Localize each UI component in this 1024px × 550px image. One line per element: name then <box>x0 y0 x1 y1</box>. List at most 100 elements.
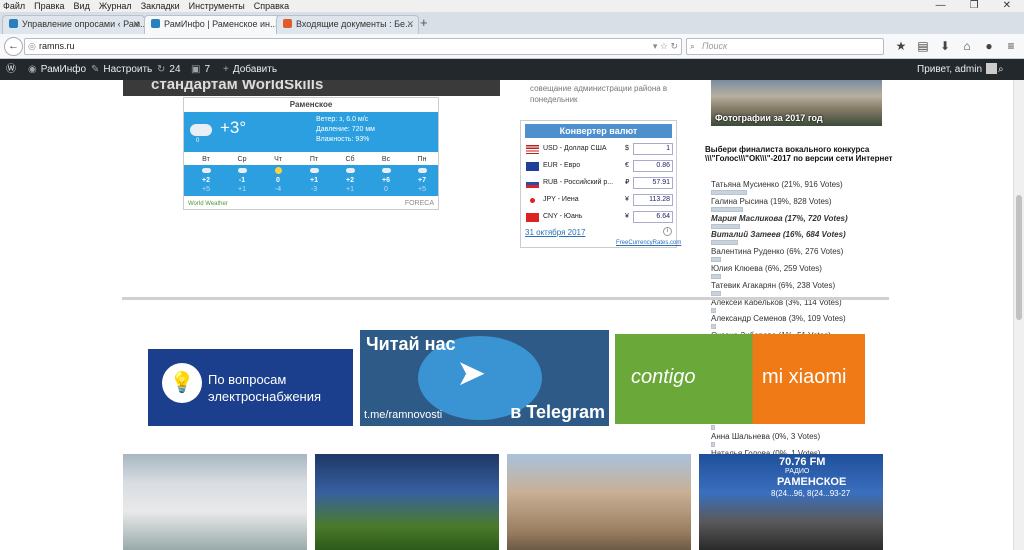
converter-source-link[interactable]: FreeCurrencyRates.com <box>616 240 681 246</box>
poll-option-label: Виталий Затеев (16%, 684 Votes) <box>711 230 846 240</box>
poll-option: Татьяна Мусиенко (21%, 916 Votes) <box>711 180 891 197</box>
currency-amount-input[interactable]: 6.64 <box>633 211 673 223</box>
poll-option: Виталий Затеев (16%, 684 Votes) <box>711 230 891 247</box>
weather-day-low: +1 <box>346 186 354 193</box>
weather-day-forecast: +2 +5 <box>188 165 224 194</box>
maximize-icon[interactable]: ❐ <box>970 0 979 11</box>
minimize-icon[interactable]: — <box>936 0 946 11</box>
menu-file[interactable]: Файл <box>3 1 25 11</box>
radio-label: РАДИО <box>785 468 810 475</box>
tab-close-icon[interactable]: ✕ <box>406 16 414 33</box>
converter-date-link[interactable]: 31 октября 2017 <box>525 228 585 237</box>
weather-day-high: -1 <box>238 177 246 184</box>
poll-widget: Выбери финалиста вокального конкурса \\\… <box>705 145 895 464</box>
poll-result-bar <box>711 324 716 330</box>
news-thumbnail-building[interactable] <box>507 454 691 550</box>
poll-option: Галина Рысина (19%, 828 Votes) <box>711 197 891 214</box>
currency-row: CNY - Юань ¥6.64 <box>521 209 676 226</box>
tab-close-icon[interactable]: ✕ <box>132 16 140 33</box>
paper-plane-icon: ➤ <box>456 352 487 393</box>
radio-phones: 8(24...96, 8(24...93-27 <box>771 489 851 498</box>
wp-comments-count: 7 <box>204 64 211 75</box>
chat-icon[interactable]: ● <box>978 39 1000 53</box>
tab-inbox[interactable]: Входящие документы : Бе... ✕ <box>276 15 419 34</box>
foreca-logo[interactable]: FORECA <box>405 200 434 207</box>
cloud-icon <box>237 168 247 173</box>
info-icon[interactable]: i <box>663 227 672 236</box>
globe-icon: ◎ <box>28 41 36 51</box>
menu-help[interactable]: Справка <box>254 1 289 11</box>
currency-name: JPY - Иена <box>543 196 579 203</box>
close-icon[interactable]: ✕ <box>1003 0 1011 11</box>
weather-day-label: Ср <box>237 156 247 163</box>
menu-history[interactable]: Журнал <box>99 1 132 11</box>
menu-view[interactable]: Вид <box>74 1 90 11</box>
new-tab-button[interactable]: + <box>420 15 428 30</box>
back-button[interactable]: ← <box>4 37 23 56</box>
bookmark-star-icon[interactable]: ★ <box>890 39 912 53</box>
currency-amount-input[interactable]: 57.91 <box>633 177 673 189</box>
wp-logo-icon[interactable]: Ⓦ <box>6 59 16 80</box>
wp-updates-count: 24 <box>169 64 181 75</box>
currency-amount-input[interactable]: 0.86 <box>633 160 673 172</box>
world-weather-logo[interactable]: World Weather <box>188 201 228 207</box>
menu-bookmarks[interactable]: Закладки <box>141 1 180 11</box>
news-thumbnail-stadium[interactable] <box>315 454 499 550</box>
wp-account-link[interactable]: Привет, admin <box>917 59 998 80</box>
wp-search-icon[interactable]: ⌕ <box>998 59 1004 80</box>
tab-raminfo[interactable]: РамИнфо | Раменское ин...✕ <box>144 15 287 34</box>
currency-row: USD - Доллар США $1 <box>521 141 676 158</box>
flag-icon <box>526 196 539 205</box>
avatar <box>986 63 998 74</box>
tab-polls[interactable]: Управление опросами ‹ Рам... ✕ <box>2 15 145 34</box>
menu-tools[interactable]: Инструменты <box>189 1 245 11</box>
weather-day-label: Сб <box>345 156 355 163</box>
weather-day-label: Пн <box>417 156 427 163</box>
wp-updates-link[interactable]: ↻ 24 <box>157 59 181 80</box>
updates-icon: ↻ <box>157 64 166 75</box>
weather-widget: Раменское 0 +3° Ветер: з, 6.0 м/с Давлен… <box>183 97 439 210</box>
currency-symbol: $ <box>625 145 629 152</box>
telegram-read-us: Читай нас <box>366 334 456 354</box>
plus-icon: + <box>223 64 229 75</box>
section-divider <box>122 297 889 300</box>
poll-option-label: Анна Шальнева (0%, 3 Votes) <box>711 431 821 441</box>
poll-option: Валентина Руденко (6%, 276 Votes) <box>711 247 891 264</box>
weather-day-high: +7 <box>418 177 426 184</box>
wp-site-link[interactable]: ◉ РамИнфо <box>28 59 86 80</box>
radio-name: РАМЕНСКОЕ <box>777 476 847 488</box>
news-snippet[interactable]: совещание администрации района в понедел… <box>530 83 690 105</box>
reload-icon[interactable]: ▾ ☆ ↻ <box>653 39 678 54</box>
wp-add-new-link[interactable]: + Добавить <box>223 59 277 80</box>
news-thumbnail-bus[interactable] <box>123 454 307 550</box>
contigo-xiaomi-banner[interactable]: contigo mi xiaomi <box>615 334 865 424</box>
home-icon[interactable]: ⌂ <box>956 39 978 53</box>
dashboard-icon: ◉ <box>28 64 37 75</box>
weather-day-forecast: +2 +1 <box>332 165 368 194</box>
poll-option: Мария Масликова (17%, 720 Votes) <box>711 214 891 231</box>
reader-icon[interactable]: ▤ <box>912 39 934 53</box>
cloud-icon <box>201 168 211 173</box>
power-supply-banner[interactable]: 💡 По вопросам электроснабжения <box>148 349 353 426</box>
telegram-banner[interactable]: ➤ Читай нас t.me/ramnovosti в Telegram <box>360 330 609 426</box>
wp-site-name: РамИнфо <box>40 64 87 75</box>
page-scrollbar[interactable] <box>1013 80 1024 550</box>
wp-comments-link[interactable]: ▣ 7 <box>191 59 210 80</box>
menu-edit[interactable]: Правка <box>34 1 64 11</box>
search-input[interactable]: ⌕ Поиск <box>686 38 884 55</box>
currency-amount-input[interactable]: 113.28 <box>633 194 673 206</box>
weather-day-high: +2 <box>202 177 210 184</box>
scrollbar-thumb[interactable] <box>1016 195 1022 320</box>
news-thumbnail-radio[interactable]: 70.76 FM РАДИО РАМЕНСКОЕ 8(24...96, 8(24… <box>699 454 883 550</box>
search-icon: ⌕ <box>690 41 696 51</box>
wp-customize-link[interactable]: ✎ Настроить <box>91 59 152 80</box>
poll-option: Александр Семенов (3%, 109 Votes) <box>711 314 891 331</box>
currency-amount-input[interactable]: 1 <box>633 143 673 155</box>
download-icon[interactable]: ⬇ <box>934 39 956 53</box>
url-bar[interactable]: ◎ ramns.ru ▾ ☆ ↻ <box>24 38 682 55</box>
wp-add-label: Добавить <box>232 64 278 75</box>
photo-gallery-banner[interactable]: Фотографии за 2017 год <box>711 80 882 126</box>
menu-icon[interactable]: ≡ <box>1000 39 1022 53</box>
top-news-image[interactable]: стандартам WorldSkills <box>123 80 500 96</box>
currency-name: RUB - Российский р... <box>543 179 614 186</box>
